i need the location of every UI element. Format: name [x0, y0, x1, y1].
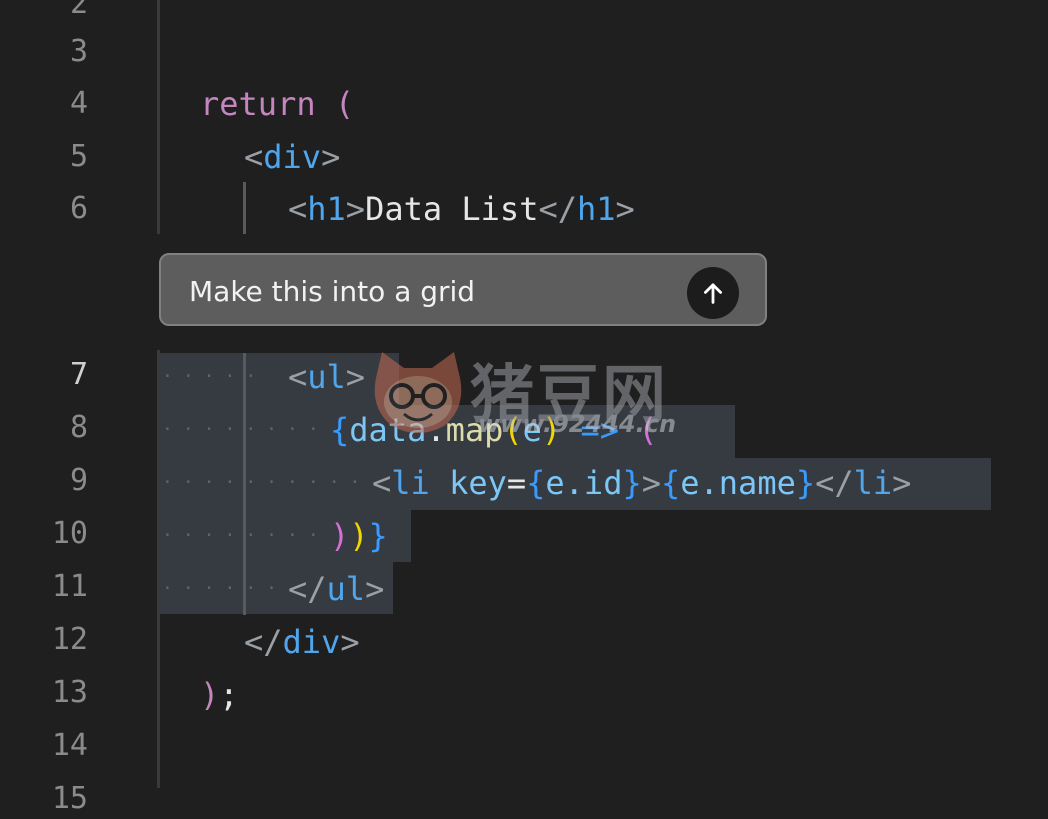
indent-guide — [243, 182, 246, 234]
code-line: ); — [200, 676, 239, 714]
line-number: 2 — [69, 0, 88, 21]
whitespace-dots: ····· · — [162, 366, 308, 387]
inline-prompt-box[interactable]: Make this into a grid — [159, 253, 767, 326]
line-number: 13 — [51, 675, 88, 710]
code-line: <div> — [244, 138, 341, 176]
code-line: </ul> — [288, 570, 385, 608]
line-number: 3 — [69, 34, 88, 69]
line-number: 7 — [69, 357, 88, 392]
whitespace-dots: ········ — [162, 419, 329, 440]
code-line: {data.map(e) => ( — [330, 411, 658, 449]
line-number: 9 — [69, 463, 88, 498]
whitespace-dots: ·········· — [162, 472, 371, 493]
line-number: 14 — [51, 728, 88, 763]
send-button[interactable] — [687, 267, 739, 319]
line-number: 8 — [69, 410, 88, 445]
code-line: ))} — [330, 517, 388, 555]
line-number: 12 — [51, 622, 88, 657]
gutter-separator — [157, 0, 160, 234]
prompt-input-text[interactable]: Make this into a grid — [189, 255, 475, 328]
line-number: 15 — [51, 781, 88, 816]
whitespace-dots: ········ — [162, 525, 329, 546]
code-line: <li key={e.id}>{e.name}</li> — [372, 464, 912, 502]
whitespace-dots: ······ — [162, 578, 288, 599]
line-number: 4 — [69, 86, 88, 121]
arrow-up-icon — [704, 283, 722, 304]
code-line: <ul> — [288, 358, 366, 396]
line-number: 10 — [51, 516, 88, 551]
line-number: 6 — [69, 191, 88, 226]
code-line: return ( — [200, 85, 355, 123]
line-number: 5 — [69, 139, 88, 174]
code-line: <h1>Data List</h1> — [288, 190, 635, 228]
line-number: 11 — [51, 569, 88, 604]
code-line: </div> — [244, 623, 360, 661]
